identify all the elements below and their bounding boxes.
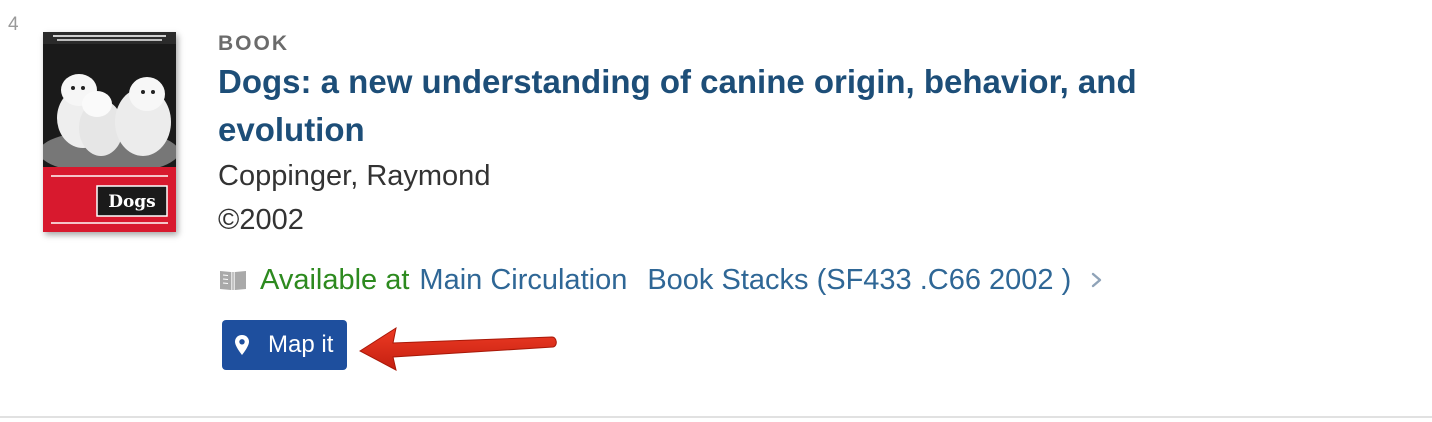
map-it-button[interactable]: Map it: [222, 320, 348, 370]
result-number: 4: [8, 14, 19, 35]
search-result-item: 4 Dogs BOOK Dogs: a new understanding of…: [0, 0, 1432, 418]
availability-line[interactable]: Available at Main Circulation Book Stack…: [218, 260, 1318, 300]
result-date: ©2002: [218, 204, 304, 236]
availability-status: Available at: [260, 264, 410, 296]
book-cover-title: Dogs: [108, 192, 156, 212]
annotation-arrow-icon: [359, 326, 557, 371]
book-cover-image: Dogs: [43, 32, 176, 232]
availability-library[interactable]: Main Circulation: [419, 260, 627, 300]
resource-type: BOOK: [218, 32, 289, 55]
book-cover-thumbnail[interactable]: Dogs: [43, 32, 176, 232]
chevron-right-icon[interactable]: [1089, 269, 1105, 291]
map-pin-icon: [235, 335, 249, 355]
map-it-label: Map it: [268, 331, 334, 358]
result-title-link[interactable]: Dogs: a new understanding of canine orig…: [218, 58, 1198, 154]
result-details: BOOK Dogs: a new understanding of canine…: [218, 30, 1318, 370]
availability-location[interactable]: Book Stacks (SF433 .C66 2002 ): [647, 260, 1071, 300]
book-open-icon: [220, 271, 246, 290]
result-author: Coppinger, Raymond: [218, 160, 491, 192]
